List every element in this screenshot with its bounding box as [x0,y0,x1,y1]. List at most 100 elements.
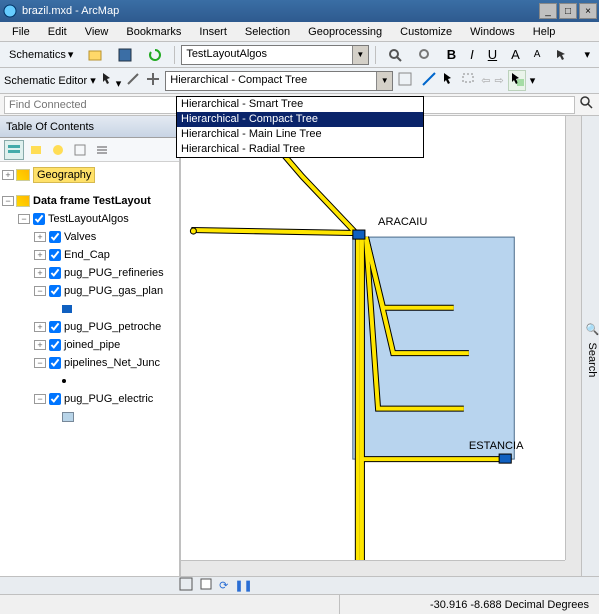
layout-dropdown-list[interactable]: Hierarchical - Smart Tree Hierarchical -… [176,96,424,158]
expand-toggle[interactable]: + [2,170,14,180]
underline-button[interactable]: U [483,44,502,65]
toc-tree[interactable]: +Geography −Data frame TestLayout −TestL… [0,162,179,576]
layer-item[interactable]: End_Cap [64,249,110,261]
nav-back-icon[interactable]: ⇦ [481,74,490,87]
expand-toggle[interactable]: − [18,214,30,224]
dropdown-option-radial[interactable]: Hierarchical - Radial Tree [177,142,423,157]
toc-dataframe[interactable]: Data frame TestLayout [33,195,151,207]
layer-checkbox[interactable] [49,357,61,369]
find-go-icon[interactable] [579,95,595,114]
expand-toggle[interactable]: + [34,340,46,350]
layer-checkbox[interactable] [49,393,61,405]
menu-file[interactable]: File [4,24,38,40]
data-view-icon[interactable] [179,577,193,594]
layer-checkbox[interactable] [49,285,61,297]
toc-dataset[interactable]: TestLayoutAlgos [48,213,129,225]
menu-insert[interactable]: Insert [191,24,235,40]
expand-toggle[interactable]: − [34,286,46,296]
vertical-scrollbar[interactable] [565,116,581,560]
toc-options-icon[interactable] [92,140,112,160]
expand-toggle[interactable]: − [2,196,14,206]
font-shrink-button[interactable]: A [529,46,546,63]
symbol-swatch [62,412,74,422]
expand-toggle[interactable]: + [34,232,46,242]
zoom-in-icon[interactable] [382,44,408,66]
status-message [0,595,340,614]
layer-checkbox[interactable] [49,321,61,333]
open-schematic-icon[interactable] [82,44,108,66]
maximize-button[interactable]: □ [559,3,577,19]
nav-fwd-icon[interactable]: ⇨ [494,74,503,87]
toc-root[interactable]: Geography [33,167,95,183]
layer-item[interactable]: Valves [64,231,96,243]
menu-customize[interactable]: Customize [392,24,460,40]
dropdown-option-compact[interactable]: Hierarchical - Compact Tree [177,112,423,127]
pointer-tool-icon[interactable] [441,71,457,90]
layer-item[interactable]: pipelines_Net_Junc [64,357,160,369]
minimize-button[interactable]: _ [539,3,557,19]
table-of-contents-panel: Table Of Contents +Geography −Data frame… [0,116,180,576]
layer-checkbox[interactable] [49,339,61,351]
search-panel-tab[interactable]: 🔍 Search [581,116,599,576]
bold-button[interactable]: B [442,44,461,65]
toolbar-schematic-editor: Schematic Editor ▾ ▾ Hierarchical - Comp… [0,68,599,94]
map-node [499,454,511,463]
expand-toggle[interactable]: + [34,250,46,260]
save-schematic-icon[interactable] [112,44,138,66]
layer-item[interactable]: pug_PUG_petroche [64,321,161,333]
dropdown-option-smart[interactable]: Hierarchical - Smart Tree [177,97,423,112]
layer-checkbox[interactable] [33,213,45,225]
line-tool-icon[interactable] [421,71,437,90]
menu-bookmarks[interactable]: Bookmarks [118,24,189,40]
layer-checkbox[interactable] [49,267,61,279]
arrow-tool-icon[interactable] [549,44,575,66]
schematics-menu[interactable]: Schematics ▾ [4,45,78,64]
menu-edit[interactable]: Edit [40,24,75,40]
map-node [353,230,365,239]
layer-checkbox[interactable] [49,231,61,243]
list-by-selection-icon[interactable] [70,140,90,160]
dataframe-icon [16,169,30,181]
edit-tool-icon[interactable] [125,71,141,90]
expand-toggle[interactable]: + [34,322,46,332]
expand-toggle[interactable]: + [34,268,46,278]
pause-drawing-icon[interactable]: ❚❚ [234,579,252,592]
menu-view[interactable]: View [77,24,117,40]
layout-view-icon[interactable] [199,577,213,594]
layer-item[interactable]: pug_PUG_electric [64,393,153,405]
select-features-icon[interactable] [508,70,526,91]
menu-geoprocessing[interactable]: Geoprocessing [300,24,390,40]
dataset-combo[interactable]: TestLayoutAlgos▼ [181,45,368,65]
select-rect-icon[interactable] [461,71,477,90]
layout-algorithm-combo[interactable]: Hierarchical - Compact Tree▼ [165,71,393,91]
status-bar: -30.916 -8.688 Decimal Degrees [0,594,599,614]
apply-layout-icon[interactable] [397,71,413,90]
dropdown-icon[interactable]: ▾ [579,45,595,64]
symbol-swatch [62,379,66,383]
map-canvas[interactable]: ARACAIU ESTANCIA [181,116,565,560]
move-tool-icon[interactable] [145,71,161,90]
layer-checkbox[interactable] [49,249,61,261]
italic-button[interactable]: I [465,44,479,65]
refresh-schematic-icon[interactable] [142,44,168,66]
menu-selection[interactable]: Selection [237,24,298,40]
expand-toggle[interactable]: − [34,358,46,368]
select-tool-icon[interactable]: ▾ [100,71,122,90]
layer-item[interactable]: joined_pipe [64,339,120,351]
close-button[interactable]: × [579,3,597,19]
menu-help[interactable]: Help [525,24,564,40]
menu-windows[interactable]: Windows [462,24,523,40]
layer-item[interactable]: pug_PUG_refineries [64,267,164,279]
list-by-source-icon[interactable] [26,140,46,160]
zoom-out-icon[interactable] [412,44,438,66]
list-by-drawing-icon[interactable] [4,140,24,160]
font-grow-button[interactable]: A [506,44,525,65]
list-by-visibility-icon[interactable] [48,140,68,160]
more-tools-icon[interactable]: ▾ [530,74,536,87]
refresh-view-icon[interactable]: ⟳ [219,579,228,592]
horizontal-scrollbar[interactable] [181,560,565,576]
expand-toggle[interactable]: − [34,394,46,404]
dropdown-option-mainline[interactable]: Hierarchical - Main Line Tree [177,127,423,142]
layer-item[interactable]: pug_PUG_gas_plan [64,285,163,297]
schematic-editor-menu[interactable]: Schematic Editor ▾ [4,74,96,87]
